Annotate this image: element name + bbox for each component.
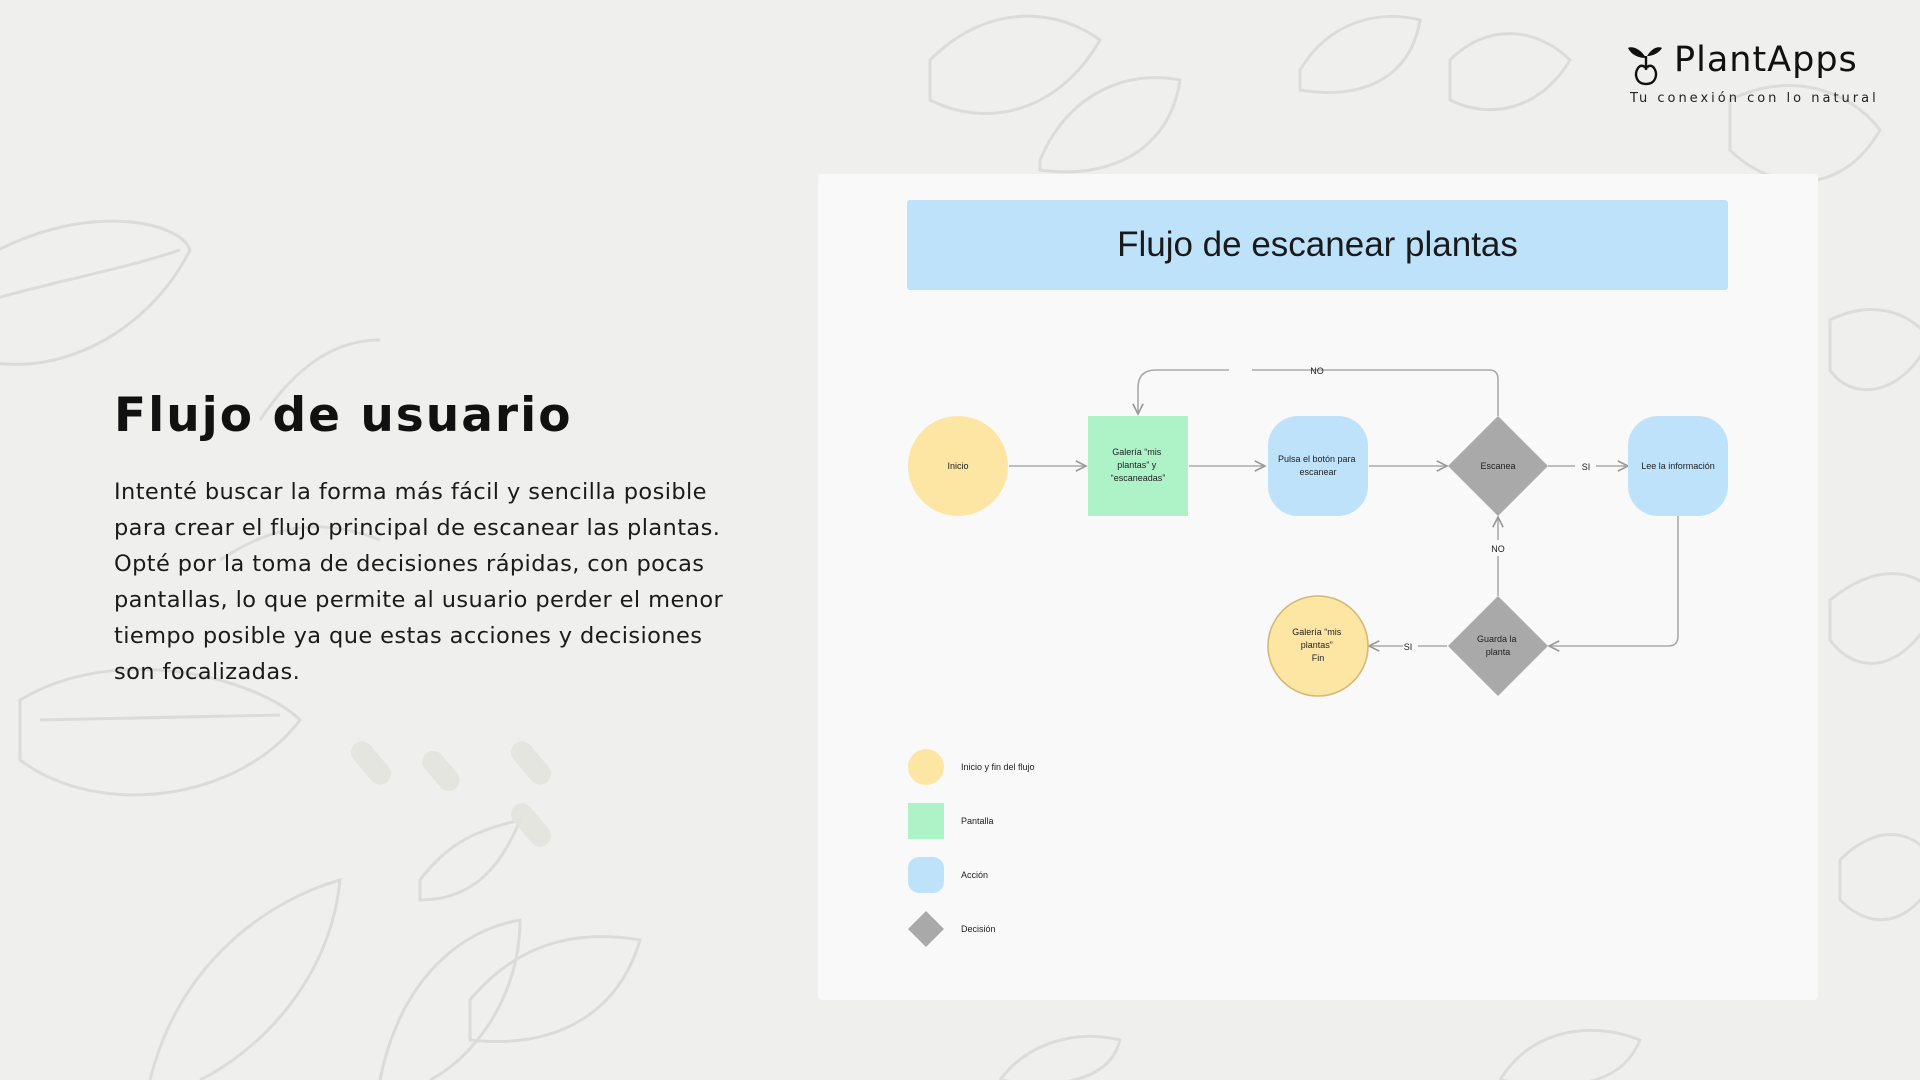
edge-label-si-right: SI — [1582, 462, 1591, 472]
node-pulsa — [1268, 416, 1368, 516]
node-inicio-label: Inicio — [947, 461, 968, 471]
legend-swatch-decision — [908, 911, 944, 947]
legend-swatch-start-end — [908, 749, 944, 785]
legend-label-decision: Decisión — [961, 924, 996, 934]
flow-diagram: NO SI NO SI Inicio Galería “mis plantas”… — [908, 366, 1728, 947]
edge-lee-guarda — [1549, 516, 1679, 646]
legend: Inicio y fin del flujo Pantalla Acción D… — [908, 749, 1035, 947]
edge-label-si-bottom: SI — [1404, 642, 1413, 652]
edge-label-no-mid: NO — [1491, 544, 1505, 554]
sprout-icon — [1628, 47, 1662, 86]
flow-diagram-card: Flujo de escanear plantas NO SI NO SI In… — [818, 174, 1818, 1000]
brand-tagline: Tu conexión con lo natural — [1630, 91, 1879, 106]
brand-logo: PlantApps Tu conexión con lo natural — [1620, 36, 1876, 116]
legend-label-start-end: Inicio y fin del flujo — [961, 762, 1035, 772]
edge-escanea-galeria-no — [1252, 369, 1499, 416]
edge-label-no-top: NO — [1310, 366, 1324, 376]
node-lee-label: Lee la información — [1641, 461, 1715, 471]
brand-name: PlantApps — [1674, 40, 1858, 80]
section-title: Flujo de usuario — [114, 388, 573, 443]
edge-escanea-galeria-no-2 — [1138, 369, 1229, 414]
legend-label-screen: Pantalla — [961, 816, 994, 826]
legend-swatch-screen — [908, 803, 944, 839]
node-guarda — [1448, 596, 1548, 696]
node-galeria-label: Galería “mis plantas” y “escaneadas” — [1111, 447, 1166, 483]
legend-label-action: Acción — [961, 870, 988, 880]
node-escanea-label: Escanea — [1480, 461, 1515, 471]
section-description: Intenté buscar la forma más fácil y senc… — [114, 479, 724, 685]
legend-swatch-action — [908, 857, 944, 893]
